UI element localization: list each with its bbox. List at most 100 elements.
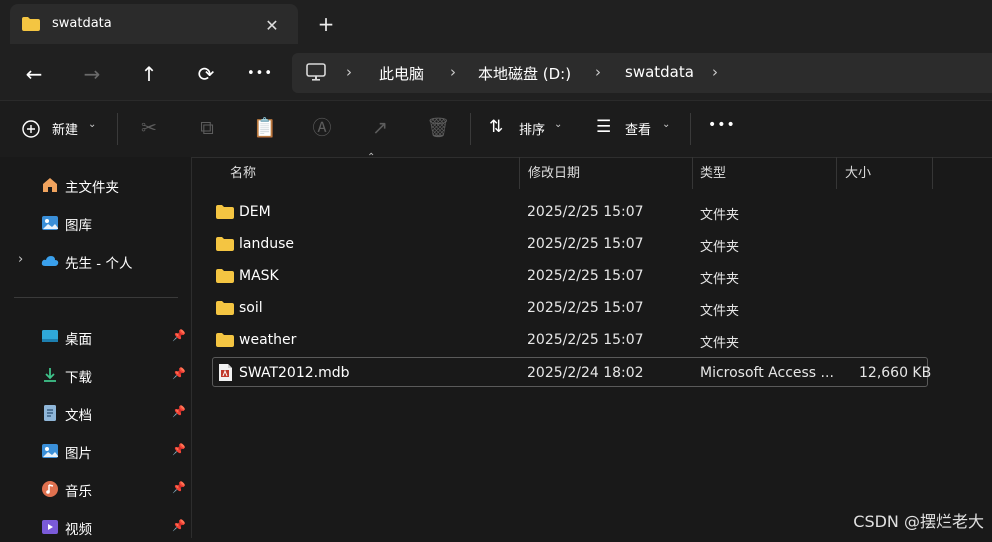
- column-divider[interactable]: [519, 157, 520, 189]
- column-divider[interactable]: [692, 157, 693, 189]
- file-modified: 2025/2/25 15:07: [527, 204, 644, 220]
- column-divider[interactable]: [932, 157, 933, 189]
- breadcrumb-local-disk[interactable]: 本地磁盘 (D:): [478, 63, 571, 84]
- file-modified: 2025/2/25 15:07: [527, 332, 644, 348]
- tab-swatdata[interactable]: swatdata ✕: [10, 4, 298, 44]
- file-type: 文件夹: [700, 336, 740, 351]
- file-name: soil: [239, 300, 263, 316]
- sidebar-item-label: 图库: [65, 218, 92, 234]
- divider: [690, 113, 691, 145]
- folder-icon: [216, 301, 234, 315]
- divider: [117, 113, 118, 145]
- breadcrumb-chevron-icon[interactable]: ›: [346, 63, 352, 81]
- share-icon[interactable]: ↗: [367, 115, 393, 141]
- expand-chevron-icon[interactable]: ›: [18, 252, 23, 267]
- more-nav-button[interactable]: •••: [242, 61, 278, 87]
- pin-icon[interactable]: 📌: [172, 329, 186, 342]
- new-button[interactable]: 新建 ⌄: [22, 116, 102, 142]
- pin-icon[interactable]: 📌: [172, 443, 186, 456]
- sidebar-item-label: 先生 - 个人: [65, 256, 133, 272]
- column-header-modified[interactable]: 修改日期: [528, 157, 580, 189]
- chevron-down-icon: ⌄: [662, 119, 671, 130]
- pin-icon[interactable]: 📌: [172, 519, 186, 532]
- chevron-down-icon: ⌄: [554, 119, 563, 130]
- file-row-selected[interactable]: SWAT2012.mdb 2025/2/24 18:02 Microsoft A…: [212, 357, 931, 387]
- divider: [470, 113, 471, 145]
- column-header-name[interactable]: 名称: [230, 157, 256, 189]
- sidebar-item-label: 音乐: [65, 484, 92, 500]
- documents-icon: [44, 405, 56, 421]
- sidebar-item-onedrive[interactable]: › 先生 - 个人: [0, 246, 190, 276]
- tab-strip: swatdata ✕ +: [0, 0, 992, 48]
- pin-icon[interactable]: 📌: [172, 405, 186, 418]
- file-modified: 2025/2/25 15:07: [527, 236, 644, 252]
- music-icon: [42, 481, 58, 497]
- watermark: CSDN @摆烂老大: [853, 512, 984, 531]
- column-header-type[interactable]: 类型: [700, 157, 726, 189]
- sort-icon: ⇅: [489, 117, 504, 137]
- file-row[interactable]: landuse 2025/2/25 15:07 文件夹: [212, 229, 928, 259]
- pin-icon[interactable]: 📌: [172, 481, 186, 494]
- more-commands-button[interactable]: •••: [708, 117, 736, 133]
- access-database-icon: [219, 364, 232, 381]
- forward-button[interactable]: →: [79, 61, 105, 87]
- sidebar-item-desktop[interactable]: 桌面 📌: [0, 322, 190, 352]
- sort-button[interactable]: ⇅ 排序 ⌄: [489, 116, 569, 142]
- back-button[interactable]: ←: [21, 61, 47, 87]
- breadcrumb-chevron-icon[interactable]: ›: [595, 63, 601, 81]
- up-button[interactable]: ↑: [136, 61, 162, 87]
- folder-icon: [216, 333, 234, 347]
- cut-icon[interactable]: ✂: [136, 115, 162, 141]
- address-bar[interactable]: › 此电脑 › 本地磁盘 (D:) › swatdata ›: [292, 53, 992, 93]
- column-divider[interactable]: [836, 157, 837, 189]
- pictures-icon: [42, 444, 58, 458]
- file-type: 文件夹: [700, 208, 740, 223]
- breadcrumb-this-pc[interactable]: 此电脑: [379, 63, 424, 84]
- file-row[interactable]: MASK 2025/2/25 15:07 文件夹: [212, 261, 928, 291]
- desktop-icon: [42, 330, 58, 342]
- file-type: Microsoft Access ...: [700, 365, 834, 381]
- sidebar-item-label: 文档: [65, 408, 92, 424]
- folder-icon: [216, 205, 234, 219]
- pin-icon[interactable]: 📌: [172, 367, 186, 380]
- paste-icon[interactable]: 📋: [252, 115, 278, 141]
- folder-icon: [216, 237, 234, 251]
- refresh-button[interactable]: ⟳: [193, 61, 219, 87]
- sidebar-item-gallery[interactable]: 图库: [0, 208, 190, 238]
- navigation-pane: 主文件夹 图库 › 先生 - 个人 桌面 📌 下载 📌 文档 📌 图片 📌 音乐…: [0, 157, 192, 538]
- file-row[interactable]: soil 2025/2/25 15:07 文件夹: [212, 293, 928, 323]
- file-row[interactable]: DEM 2025/2/25 15:07 文件夹: [212, 197, 928, 227]
- close-tab-icon[interactable]: ✕: [260, 14, 284, 38]
- computer-icon: [306, 63, 326, 81]
- view-button[interactable]: ☰ 查看 ⌄: [596, 116, 676, 142]
- sidebar-item-music[interactable]: 音乐 📌: [0, 474, 190, 504]
- column-header-size[interactable]: 大小: [845, 157, 871, 189]
- file-name: weather: [239, 332, 297, 348]
- file-name: DEM: [239, 204, 271, 220]
- sidebar-item-label: 下载: [65, 370, 92, 386]
- file-name: MASK: [239, 268, 279, 284]
- breadcrumb-swatdata[interactable]: swatdata: [625, 63, 694, 81]
- folder-icon: [22, 17, 40, 31]
- copy-icon[interactable]: ⧉: [194, 115, 220, 141]
- gallery-icon: [42, 216, 58, 230]
- file-type: 文件夹: [700, 304, 740, 319]
- tab-title: swatdata: [52, 16, 112, 31]
- sidebar-item-documents[interactable]: 文档 📌: [0, 398, 190, 428]
- breadcrumb-chevron-icon[interactable]: ›: [712, 63, 718, 81]
- sidebar-item-label: 主文件夹: [65, 180, 119, 196]
- view-icon: ☰: [596, 117, 612, 137]
- sidebar-item-pictures[interactable]: 图片 📌: [0, 436, 190, 466]
- home-icon: [43, 178, 57, 192]
- sidebar-item-home[interactable]: 主文件夹: [0, 170, 190, 200]
- file-row[interactable]: weather 2025/2/25 15:07 文件夹: [212, 325, 928, 355]
- sidebar-divider: [14, 297, 178, 298]
- rename-icon[interactable]: Ⓐ: [309, 115, 335, 141]
- breadcrumb-chevron-icon[interactable]: ›: [450, 63, 456, 81]
- sidebar-item-downloads[interactable]: 下载 📌: [0, 360, 190, 390]
- folder-icon: [216, 269, 234, 283]
- plus-circle-icon: [22, 120, 40, 138]
- new-tab-button[interactable]: +: [314, 12, 338, 36]
- file-type: 文件夹: [700, 240, 740, 255]
- delete-icon[interactable]: 🗑: [425, 115, 451, 141]
